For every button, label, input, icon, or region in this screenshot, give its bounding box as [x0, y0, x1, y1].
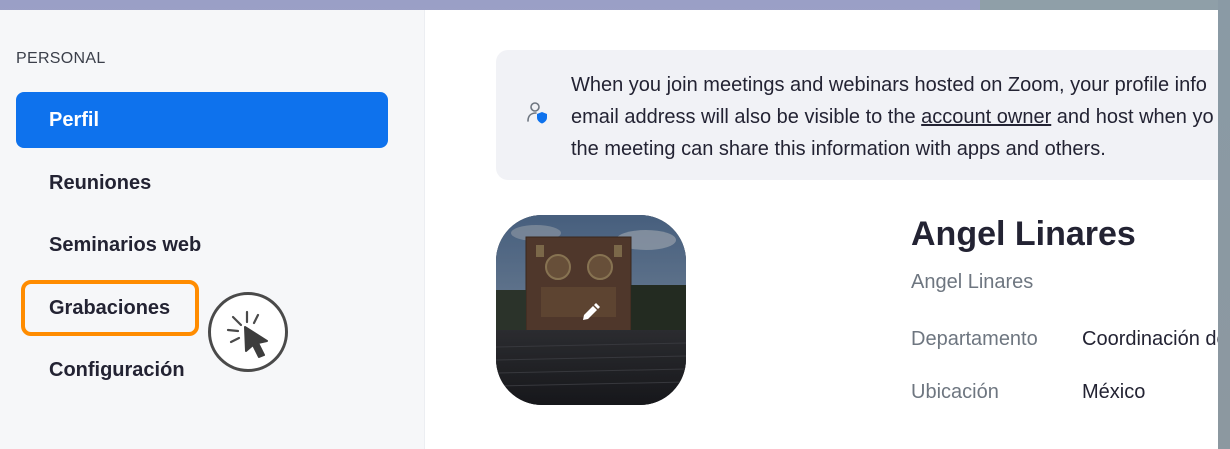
profile-avatar[interactable]: [496, 215, 686, 405]
profile-main: When you join meetings and webinars host…: [425, 10, 1218, 449]
field-label-ubicacion: Ubicación: [911, 381, 999, 403]
grabaciones-highlight-box: [21, 280, 199, 336]
sidebar-item-perfil[interactable]: Perfil: [16, 92, 388, 148]
sidebar: PERSONAL Perfil Reuniones Seminarios web…: [0, 10, 425, 449]
sidebar-item-seminarios-web[interactable]: Seminarios web: [16, 217, 388, 273]
sidebar-item-configuracion[interactable]: Configuración: [16, 342, 388, 398]
field-value-ubicacion: México: [1082, 381, 1146, 403]
field-label-departamento: Departamento: [911, 328, 1038, 350]
info-line-2: email address will also be visible to th…: [571, 101, 1218, 133]
pencil-edit-icon[interactable]: [579, 302, 601, 324]
sidebar-item-reuniones[interactable]: Reuniones: [16, 155, 388, 211]
click-indicator: [208, 292, 288, 372]
privacy-info-text: When you join meetings and webinars host…: [571, 69, 1218, 165]
info-line-2-end: and host when yo: [1051, 106, 1214, 128]
cursor-click-icon: [226, 310, 268, 358]
profile-window: PERSONAL Perfil Reuniones Seminarios web…: [0, 10, 1218, 449]
background-right-edge: [1218, 0, 1230, 449]
field-value-departamento: Coordinación de: [1082, 328, 1218, 350]
profile-name-heading: Angel Linares: [911, 215, 1136, 253]
info-line-3: the meeting can share this information w…: [571, 138, 1106, 160]
account-owner-link[interactable]: account owner: [921, 106, 1051, 128]
profile-display-name: Angel Linares: [911, 271, 1034, 293]
sidebar-section-label: PERSONAL: [16, 50, 106, 67]
info-line-2-start: email address will also be visible to th…: [571, 106, 922, 128]
profile-shield-icon: [527, 102, 547, 124]
info-line-1: When you join meetings and webinars host…: [571, 74, 1207, 96]
privacy-info-banner: When you join meetings and webinars host…: [496, 50, 1218, 180]
